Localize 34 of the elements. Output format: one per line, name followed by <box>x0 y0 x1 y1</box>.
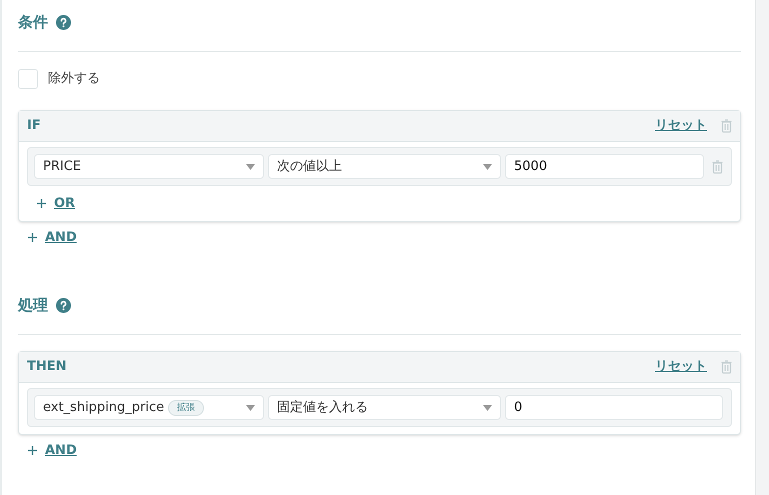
caret-icon <box>246 164 255 170</box>
delete-icon[interactable] <box>712 160 723 174</box>
operator-value: 次の値以上 <box>277 158 342 176</box>
and-link[interactable]: AND <box>45 228 77 247</box>
reset-link[interactable]: リセット <box>655 116 707 136</box>
plus-icon <box>28 446 37 456</box>
section-title: 条件 <box>18 12 48 33</box>
section-title: 処理 <box>18 294 48 316</box>
and-link[interactable]: AND <box>45 441 77 460</box>
help-icon[interactable] <box>56 298 71 312</box>
plus-icon <box>28 232 37 242</box>
value-input[interactable]: 5000 <box>505 154 704 179</box>
field-value: PRICE <box>43 158 81 176</box>
block-label: THEN <box>27 358 67 376</box>
field-value: ext_shipping_price <box>43 398 164 417</box>
dropdown[interactable]: 固定値を入れる <box>268 395 501 420</box>
block-label: IF <box>27 117 41 136</box>
caret-icon <box>483 164 492 170</box>
reset-link[interactable]: リセット <box>655 357 707 377</box>
delete-icon[interactable] <box>721 360 732 374</box>
value-input[interactable]: 0 <box>505 395 723 420</box>
caret-icon <box>246 404 255 410</box>
delete-icon[interactable] <box>721 119 732 133</box>
tag: 拡張 <box>168 400 204 416</box>
checkbox-label: 除外する <box>48 70 100 88</box>
operator-value: 固定値を入れる <box>277 398 368 417</box>
dropdown[interactable]: ext_shipping_price 拡張 <box>34 395 264 420</box>
caret-icon <box>483 404 492 410</box>
dropdown[interactable]: PRICE <box>34 154 264 179</box>
dropdown[interactable]: 次の値以上 <box>268 154 501 179</box>
or-link[interactable]: OR <box>54 194 76 214</box>
checkbox[interactable] <box>18 69 38 89</box>
help-icon[interactable] <box>56 14 71 30</box>
plus-icon <box>37 199 46 208</box>
